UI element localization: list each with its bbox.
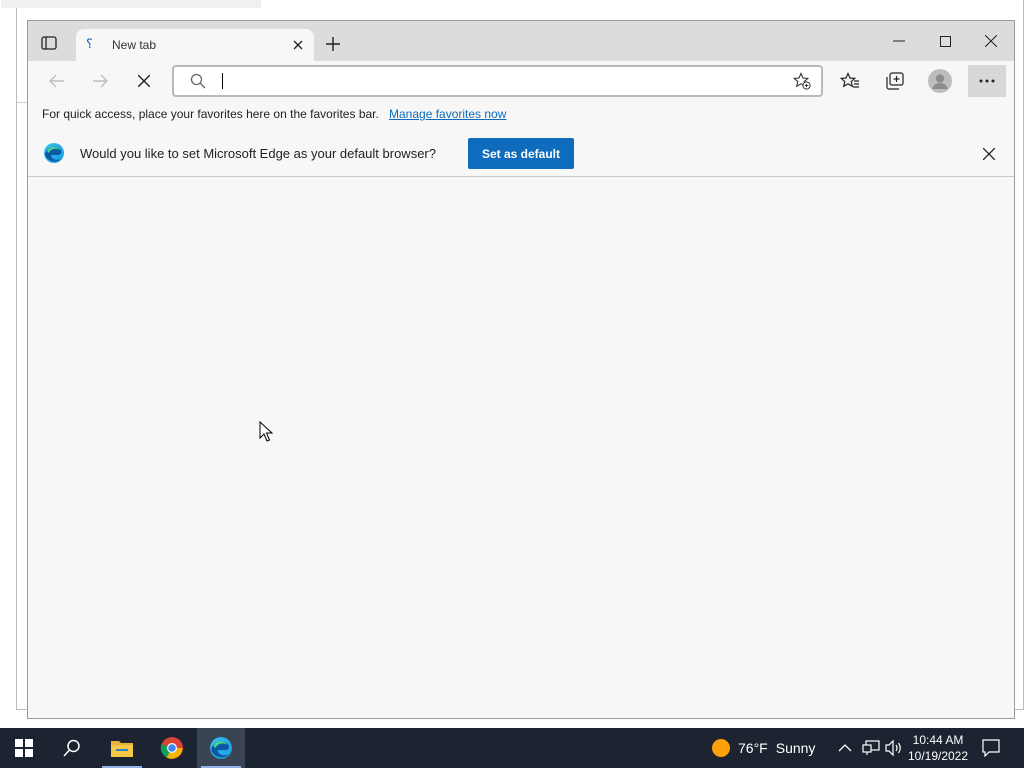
profile-icon[interactable]: [928, 69, 952, 93]
search-icon[interactable]: [48, 728, 96, 768]
add-favorite-icon[interactable]: [792, 72, 811, 95]
favorites-icon[interactable]: [838, 69, 862, 93]
back-icon[interactable]: [46, 71, 68, 91]
edge-icon[interactable]: [197, 728, 245, 768]
page-content: [28, 177, 1014, 718]
title-bar: ⸮ New tab: [28, 21, 1014, 61]
favorites-bar: For quick access, place your favorites h…: [28, 101, 1014, 125]
notifications-icon[interactable]: [982, 728, 1000, 768]
clock[interactable]: 10:44 AM 10/19/2022: [902, 732, 974, 764]
manage-favorites-link[interactable]: Manage favorites now: [389, 107, 506, 121]
network-icon[interactable]: [862, 728, 880, 768]
clock-date: 10/19/2022: [907, 749, 969, 763]
clock-time: 10:44 AM: [912, 733, 964, 747]
edge-window: ⸮ New tab For quick access, place your f…: [27, 20, 1015, 719]
taskbar: 76°F Sunny 10:44 AM 10/19/2022: [0, 728, 1024, 768]
volume-icon[interactable]: [885, 728, 903, 768]
tab-title: New tab: [112, 38, 157, 52]
start-icon[interactable]: [0, 728, 48, 768]
address-bar[interactable]: [172, 65, 823, 97]
maximize-icon[interactable]: [930, 31, 960, 51]
set-as-default-button[interactable]: Set as default: [468, 138, 574, 169]
forward-icon[interactable]: [89, 71, 111, 91]
loading-icon: ⸮: [86, 36, 93, 51]
chevron-up-icon[interactable]: [838, 728, 852, 768]
favorites-bar-message: For quick access, place your favorites h…: [42, 107, 379, 121]
minimize-icon[interactable]: [884, 31, 914, 51]
edge-logo-icon: [43, 142, 65, 164]
text-caret: [222, 73, 223, 89]
close-icon[interactable]: [290, 37, 306, 53]
mouse-cursor-icon: [259, 420, 274, 448]
stop-icon[interactable]: [133, 71, 155, 91]
plus-icon[interactable]: [324, 35, 342, 53]
close-icon[interactable]: [980, 145, 998, 163]
toolbar: [28, 61, 1014, 101]
tab-actions-icon[interactable]: [40, 35, 58, 51]
tab-new-tab[interactable]: ⸮ New tab: [76, 29, 314, 61]
address-input[interactable]: [220, 70, 764, 94]
window-close-icon[interactable]: [976, 31, 1006, 51]
collections-icon[interactable]: [883, 69, 907, 93]
file-explorer-icon[interactable]: [98, 728, 146, 768]
sun-icon: [712, 739, 730, 757]
weather-temp: 76°F: [738, 740, 768, 756]
search-icon: [190, 73, 206, 94]
background-window-edge: [1, 0, 261, 8]
default-browser-infobar: Would you like to set Microsoft Edge as …: [28, 125, 1014, 177]
more-icon[interactable]: [968, 65, 1006, 97]
infobar-question: Would you like to set Microsoft Edge as …: [80, 146, 436, 161]
weather-condition: Sunny: [775, 740, 816, 756]
weather-widget[interactable]: 76°F Sunny: [712, 728, 815, 768]
chrome-icon[interactable]: [148, 728, 196, 768]
